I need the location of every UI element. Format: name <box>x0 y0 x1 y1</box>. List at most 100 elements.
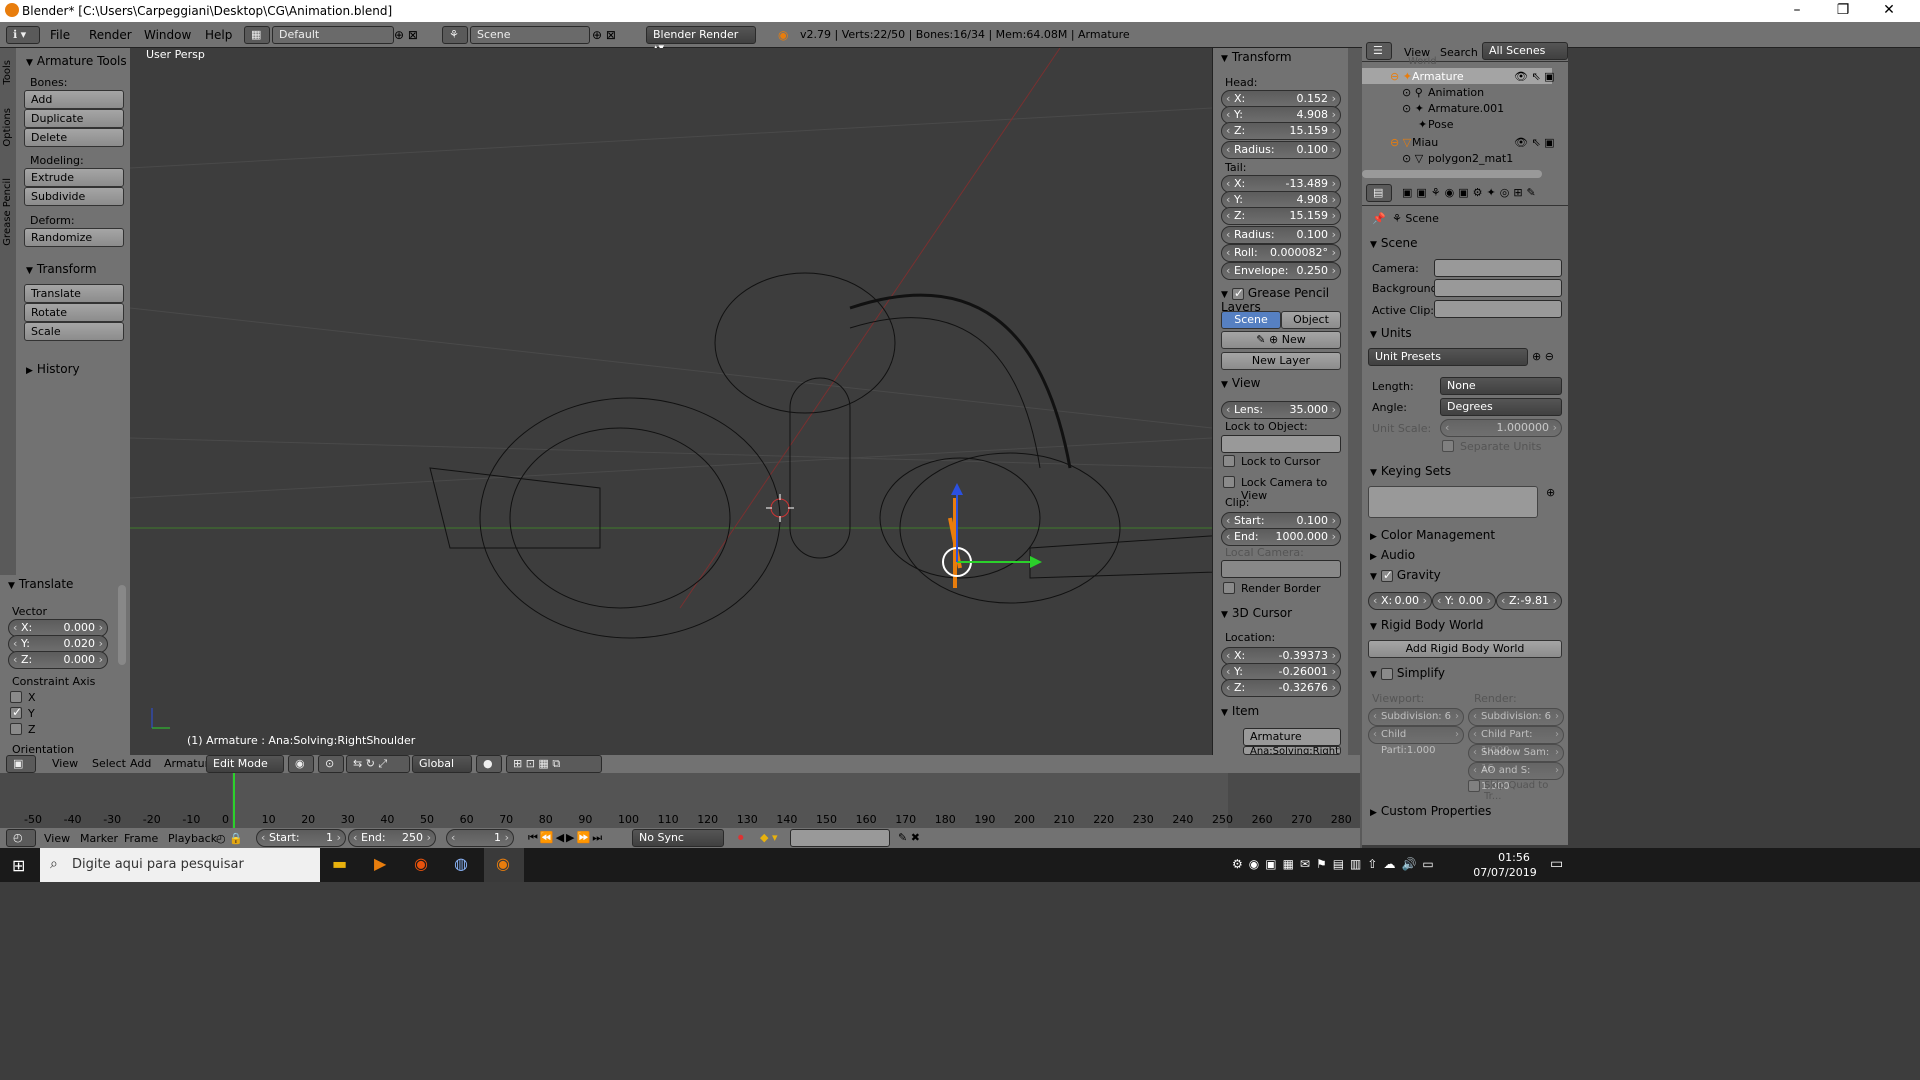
layout-field[interactable]: Default <box>272 26 394 44</box>
select-menu[interactable]: Select <box>92 757 126 770</box>
snap-icons[interactable]: ⊞ ⊡ ▦ ⧉ <box>506 755 602 773</box>
mode-select[interactable]: Edit Mode <box>206 755 284 773</box>
simplify-header[interactable]: ▼ Simplify <box>1370 666 1445 680</box>
record-icon[interactable]: ⏺ <box>738 831 744 845</box>
keying-set-field[interactable] <box>790 829 890 847</box>
clock-date[interactable]: 07/07/2019 <box>1470 866 1540 879</box>
local-camera-field[interactable] <box>1221 560 1341 578</box>
firefox-icon[interactable]: ◉ <box>414 854 428 873</box>
rigid-body-header[interactable]: ▼ Rigid Body World <box>1370 618 1483 632</box>
roll-field[interactable]: Roll:0.000082° <box>1221 244 1341 262</box>
viewport-canvas[interactable] <box>130 48 1212 755</box>
add-keying-set-icon[interactable]: ⊕ <box>1546 486 1555 499</box>
menu-help[interactable]: Help <box>205 28 232 42</box>
randomize-button[interactable]: Randomize <box>24 228 124 247</box>
lens-field[interactable]: Lens:35.000 <box>1221 401 1341 419</box>
editor-type-icon[interactable]: ℹ ▾ <box>6 26 40 44</box>
viewport-type-icon[interactable]: ▣ ▾ <box>6 755 36 783</box>
playback-controls[interactable]: ⏮⏪◀▶⏩⏭ <box>528 831 604 845</box>
lock-cursor-checkbox[interactable] <box>1223 455 1235 467</box>
lock-camera-checkbox[interactable] <box>1223 476 1235 488</box>
gp-object-button[interactable]: Object <box>1281 311 1341 329</box>
media-icon[interactable]: ▶ <box>374 854 386 873</box>
add-bone-button[interactable]: Add <box>24 90 124 109</box>
preview-range-icon[interactable]: ◴ 🔒 <box>216 832 243 845</box>
windows-start-icon[interactable]: ⊞ <box>12 856 25 875</box>
grease-pencil-header[interactable]: ▼Grease Pencil Layers <box>1221 286 1348 315</box>
angle-select[interactable]: Degrees <box>1440 398 1562 416</box>
maximize-button[interactable]: ❐ <box>1820 0 1866 22</box>
head-z-field[interactable]: Z:15.159 <box>1221 122 1341 140</box>
outliner-armature[interactable]: Armature <box>1412 70 1464 83</box>
tab-options[interactable]: Options <box>2 108 13 147</box>
tray-icons[interactable]: ⚙◉▣▦✉⚑▤▥⇧☁🔊▭ <box>1232 857 1440 871</box>
tab-tools[interactable]: Tools <box>2 60 13 85</box>
head-radius-field[interactable]: Radius:0.100 <box>1221 141 1341 159</box>
gravity-x-field[interactable]: X:0.00 <box>1368 592 1432 610</box>
pivot-icon[interactable]: ⊙ <box>318 755 344 773</box>
custom-properties-header[interactable]: ▶ Custom Properties <box>1370 804 1491 818</box>
menu-file[interactable]: File <box>50 28 70 42</box>
timeline-view-menu[interactable]: View <box>44 832 70 845</box>
display-mode-select[interactable]: All Scenes <box>1482 42 1568 60</box>
item-name-field[interactable]: Armature <box>1243 728 1341 746</box>
armature-tools-header[interactable]: ▼ Armature Tools <box>26 54 127 68</box>
current-frame-field[interactable]: 1 <box>446 829 514 847</box>
render-engine-select[interactable]: Blender Render ▴▾ <box>646 26 756 54</box>
unit-scale-field[interactable]: 1.000000 <box>1440 419 1562 437</box>
add-preset-icon[interactable]: ⊕ ⊖ <box>1532 350 1554 363</box>
delete-button[interactable]: Delete <box>24 128 124 147</box>
bone-name-field[interactable]: Ana:Solving:RightS <box>1243 746 1341 755</box>
file-explorer-icon[interactable]: ▬ <box>332 854 347 873</box>
cursor-z-field[interactable]: Z:-0.32676 <box>1221 679 1341 697</box>
color-management-header[interactable]: ▶ Color Management <box>1370 528 1495 542</box>
3d-cursor-header[interactable]: ▼ 3D Cursor <box>1221 606 1292 620</box>
minimize-button[interactable]: – <box>1774 0 1820 22</box>
constraint-z-checkbox[interactable] <box>10 723 22 735</box>
lock-object-field[interactable] <box>1221 435 1341 453</box>
props-context-tabs[interactable]: ▣▣⚘◉▣⚙✦◎⊞✎ <box>1402 186 1540 199</box>
render-subdivision-field[interactable]: Subdivision:6 <box>1468 708 1564 726</box>
ao-sss-field[interactable]: AO and S: 1.000 <box>1468 762 1564 792</box>
duplicate-button[interactable]: Duplicate <box>24 109 124 128</box>
menu-render[interactable]: Render <box>89 28 132 42</box>
clock-time[interactable]: 01:56 <box>1484 851 1544 864</box>
end-frame-field[interactable]: End:250 <box>348 829 436 847</box>
outliner-armature001[interactable]: Armature.001 <box>1428 102 1504 115</box>
outliner-scrollbar[interactable] <box>1362 170 1542 178</box>
miau-visibility-icon[interactable]: 👁 ⇖ ▣ <box>1514 136 1555 149</box>
playback-menu[interactable]: Playback <box>168 832 217 845</box>
taskbar-search[interactable]: ⌕ Digite aqui para pesquisar <box>40 848 320 882</box>
start-frame-field[interactable]: Start:1 <box>256 829 346 847</box>
constraint-x-checkbox[interactable] <box>10 691 22 703</box>
redo-scrollbar[interactable] <box>118 585 126 665</box>
outliner-animation[interactable]: Animation <box>1428 86 1484 99</box>
gp-new-button[interactable]: ✎ ⊕ New <box>1221 331 1341 349</box>
extrude-button[interactable]: Extrude <box>24 168 124 187</box>
scene-icon[interactable]: ⚘ <box>442 26 468 44</box>
outliner-type-icon[interactable]: ☰ <box>1366 42 1392 60</box>
add-scene-icon[interactable]: ⊕ ⊠ <box>592 28 616 42</box>
manipulator-icons[interactable]: ⇆ ↻ ⤢ <box>346 755 410 773</box>
keying-sets-header[interactable]: ▼ Keying Sets <box>1370 464 1451 478</box>
subdivide-button[interactable]: Subdivide <box>24 187 124 206</box>
scene-field[interactable]: Scene <box>470 26 590 44</box>
length-select[interactable]: None <box>1440 377 1562 395</box>
layout-icon[interactable]: ▦ <box>244 26 270 44</box>
outliner-search-menu[interactable]: Search <box>1440 46 1478 59</box>
outliner-polygon[interactable]: polygon2_mat1 <box>1428 152 1513 165</box>
tail-radius-field[interactable]: Radius:0.100 <box>1221 226 1341 244</box>
n-transform-header[interactable]: ▼ Transform <box>1221 50 1292 64</box>
translate-button[interactable]: Translate <box>24 284 124 303</box>
viewport-child-field[interactable]: Child Parti:1.000 <box>1368 726 1464 756</box>
armature-visibility-icon[interactable]: 👁 ⇖ ▣ <box>1514 70 1555 83</box>
outliner-pose[interactable]: Pose <box>1428 118 1453 131</box>
envelope-field[interactable]: Envelope:0.250 <box>1221 262 1341 280</box>
tab-grease-pencil[interactable]: Grease Pencil <box>2 178 13 246</box>
camera-field[interactable] <box>1434 259 1562 277</box>
props-type-icon[interactable]: ▤ <box>1366 184 1392 202</box>
separate-units-checkbox[interactable] <box>1442 440 1454 452</box>
vector-z-field[interactable]: Z:0.000 <box>8 651 108 669</box>
scene-panel-header[interactable]: ▼ Scene <box>1370 236 1418 250</box>
render-border-checkbox[interactable] <box>1223 582 1235 594</box>
